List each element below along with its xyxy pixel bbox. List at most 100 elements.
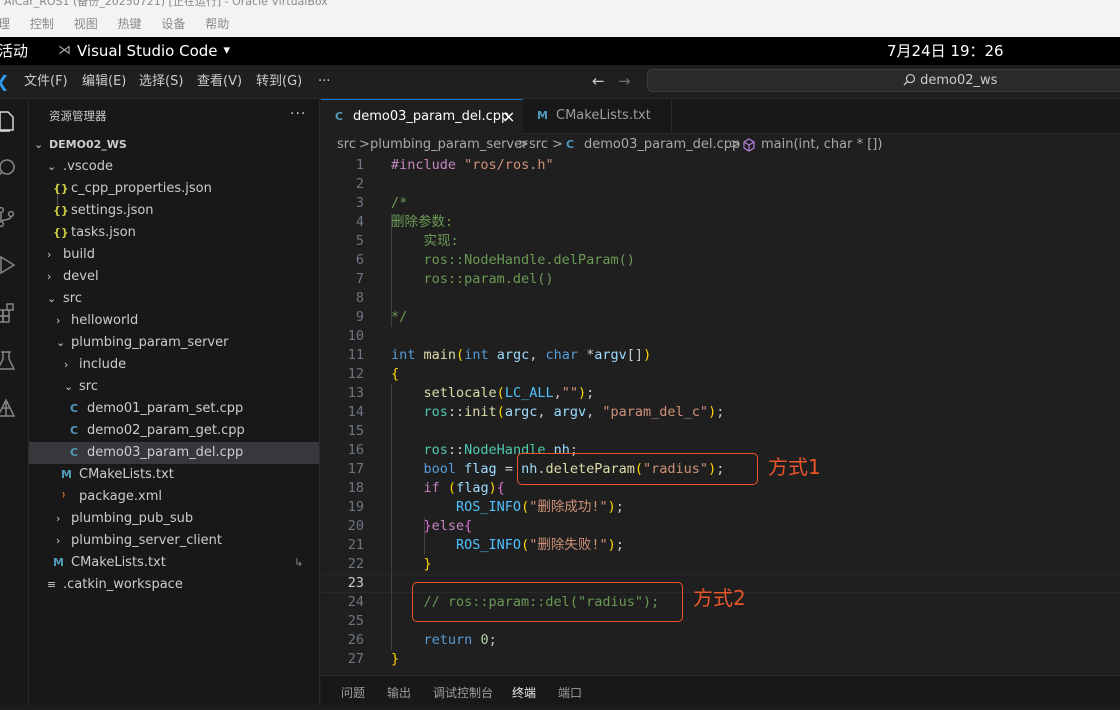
vbox-menu-control[interactable]: 控制	[30, 12, 54, 37]
line-number: 1	[355, 157, 364, 173]
tree-item-folder[interactable]: › plumbing_server_client	[29, 530, 319, 552]
back-arrow-icon[interactable]: ←	[592, 65, 605, 98]
app-menu-button[interactable]: ⋊ Visual Studio Code ▾	[58, 37, 230, 65]
breadcrumb-item[interactable]: plumbing_param_server	[370, 134, 527, 156]
code-line[interactable]: ros::NodeHandle.delParam()	[391, 251, 635, 270]
tree-item-folder[interactable]: › plumbing_pub_sub	[29, 508, 319, 530]
close-icon[interactable]: ×	[502, 100, 515, 134]
code-line[interactable]: ROS_INFO("删除成功!");	[391, 498, 624, 517]
workspace-root-label: DEMO02_WS	[49, 138, 127, 151]
breadcrumb-item[interactable]: main(int, char * [])	[761, 134, 882, 156]
tree-item-file[interactable]: {} c_cpp_properties.json	[29, 178, 319, 200]
breadcrumb-separator: >	[730, 137, 741, 152]
tree-item-folder[interactable]: › devel	[29, 266, 319, 288]
tree-item-folder[interactable]: ⌄ src	[29, 376, 319, 398]
chevron-down-icon: ⌄	[56, 336, 66, 349]
rss-file-icon: ⁾	[62, 490, 66, 503]
chevron-right-icon: ›	[56, 534, 61, 547]
chevron-down-icon: ⌄	[47, 292, 57, 305]
extensions-icon[interactable]	[0, 301, 18, 325]
tree-item-folder[interactable]: ⌄ .vscode	[29, 156, 319, 178]
code-line[interactable]: return 0;	[391, 631, 497, 650]
menu-selection[interactable]: 选择(S)	[139, 65, 183, 98]
tree-item-file[interactable]: M CMakeLists.txt ↳	[29, 552, 319, 574]
code-line[interactable]: 删除参数:	[391, 213, 453, 232]
cpp-file-icon: C	[70, 446, 79, 459]
code-line[interactable]: ROS_INFO("删除失败!");	[391, 536, 624, 555]
workspace-root[interactable]: ⌄ DEMO02_WS	[29, 134, 319, 156]
tab-demo03-param-del[interactable]: C demo03_param_del.cpp ×	[321, 99, 523, 134]
code-line[interactable]: }	[391, 555, 432, 574]
code-line[interactable]: ros::init(argc, argv, "param_del_c");	[391, 403, 725, 422]
clock[interactable]: 7月24日 19：26	[887, 37, 1004, 65]
chevron-right-icon: ›	[64, 358, 69, 371]
line-number: 9	[355, 309, 364, 325]
line-number: 6	[355, 252, 364, 268]
tree-item-label: c_cpp_properties.json	[71, 181, 212, 196]
breadcrumb-item[interactable]: src	[337, 134, 356, 156]
tree-item-file[interactable]: ≡ .catkin_workspace	[29, 574, 319, 596]
tree-item-label: helloworld	[71, 313, 139, 328]
tree-item-file[interactable]: {} tasks.json	[29, 222, 319, 244]
breadcrumb-item[interactable]: src	[529, 134, 548, 156]
code-line[interactable]: }	[391, 650, 399, 669]
tree-item-file[interactable]: M CMakeLists.txt	[29, 464, 319, 486]
line-number: 20	[347, 518, 364, 534]
vbox-menu-help[interactable]: 帮助	[205, 12, 229, 37]
code-line[interactable]: ros::param.del()	[391, 270, 554, 289]
menu-file[interactable]: 文件(F)	[24, 65, 68, 98]
tree-item-file[interactable]: ⁾ package.xml	[29, 486, 319, 508]
sidebar-title: 资源管理器	[49, 109, 107, 123]
tab-cmakelists[interactable]: M CMakeLists.txt	[523, 99, 672, 134]
code-line[interactable]: }else{	[391, 517, 473, 536]
explorer-icon[interactable]	[0, 109, 18, 133]
vbox-menu-devices[interactable]: 设备	[161, 12, 185, 37]
cmake-file-icon: M	[53, 556, 64, 569]
code-line[interactable]: if (flag){	[391, 479, 505, 498]
tree-item-file[interactable]: C demo01_param_set.cpp	[29, 398, 319, 420]
tree-item-folder[interactable]: › include	[29, 354, 319, 376]
vbox-menu-view[interactable]: 视图	[74, 12, 98, 37]
code-editor[interactable]: 1 2 3 4 5 6 7 8 9 10 11 12 13 14 15 16 17 18 19 20 21 22 23 24 2…	[321, 156, 1120, 675]
ros-icon[interactable]	[0, 397, 18, 421]
code-line[interactable]: {	[391, 365, 399, 384]
more-actions-icon[interactable]: ···	[290, 106, 306, 122]
menu-go[interactable]: 转到(G)	[256, 65, 302, 98]
symlink-icon: ↳	[294, 556, 304, 569]
menu-more[interactable]: ···	[318, 65, 330, 98]
tree-item-file[interactable]: C demo02_param_get.cpp	[29, 420, 319, 442]
code-line[interactable]: setlocale(LC_ALL,"");	[391, 384, 595, 403]
tree-item-file-selected[interactable]: C demo03_param_del.cpp	[29, 442, 319, 464]
run-debug-icon[interactable]	[0, 253, 18, 277]
vbox-menu-hotkeys[interactable]: 热键	[118, 12, 142, 37]
breadcrumb: src > plumbing_param_server > src > C de…	[321, 134, 1120, 156]
line-number: 4	[355, 214, 364, 230]
chevron-right-icon: ›	[56, 314, 61, 327]
json-file-icon: {}	[53, 204, 69, 217]
annotation-label-method2: 方式2	[693, 586, 746, 610]
activities-button[interactable]: 活动	[0, 37, 28, 65]
code-line[interactable]: /*	[391, 194, 407, 213]
cpp-file-icon: C	[335, 110, 344, 123]
menu-view[interactable]: 查看(V)	[197, 65, 242, 98]
tree-item-folder[interactable]: › helloworld	[29, 310, 319, 332]
forward-arrow-icon[interactable]: →	[618, 65, 631, 98]
search-icon[interactable]	[0, 157, 18, 181]
code-line[interactable]: */	[391, 308, 407, 327]
tree-item-file[interactable]: {} settings.json	[29, 200, 319, 222]
vbox-menu-item[interactable]: 理	[0, 12, 10, 37]
code-line[interactable]: 实现:	[391, 232, 459, 251]
source-control-icon[interactable]	[0, 205, 18, 229]
code-line[interactable]: #include "ros/ros.h"	[391, 156, 554, 175]
command-center-label: demo02_ws	[920, 73, 998, 88]
code-line[interactable]: int main(int argc, char *argv[])	[391, 346, 651, 365]
tree-item-folder[interactable]: › build	[29, 244, 319, 266]
line-number: 3	[355, 195, 364, 211]
testing-icon[interactable]	[0, 349, 18, 373]
tree-item-folder[interactable]: ⌄ plumbing_param_server	[29, 332, 319, 354]
breadcrumb-item[interactable]: demo03_param_del.cpp	[584, 134, 740, 156]
menu-edit[interactable]: 编辑(E)	[82, 65, 126, 98]
chevron-right-icon: ›	[47, 248, 52, 261]
tree-item-folder[interactable]: ⌄ src	[29, 288, 319, 310]
command-center-search[interactable]: demo02_ws	[647, 69, 1120, 92]
